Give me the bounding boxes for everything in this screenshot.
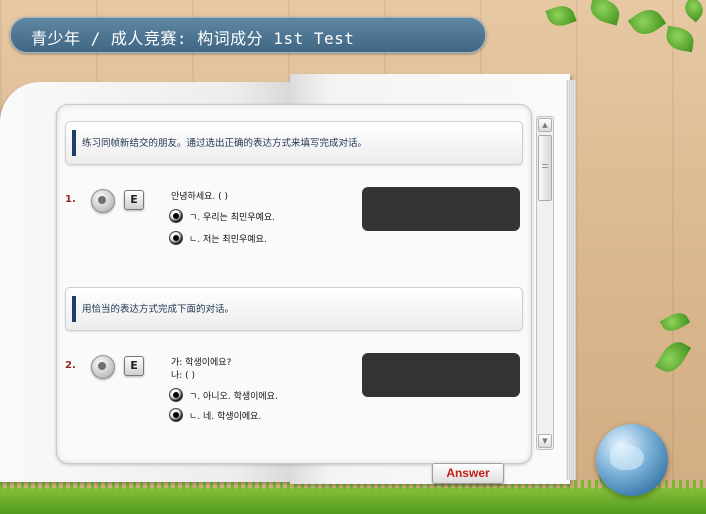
answer-reveal-box bbox=[362, 353, 520, 397]
answer-reveal-box bbox=[362, 187, 520, 231]
option-a[interactable]: ㄱ. 아니오. 학생이에요. bbox=[169, 388, 329, 402]
option-b[interactable]: ㄴ. 네. 학생이에요. bbox=[169, 408, 329, 422]
answer-button[interactable]: Answer bbox=[432, 463, 504, 484]
question-number: 2. bbox=[65, 360, 76, 371]
audio-play-button[interactable] bbox=[91, 189, 115, 213]
speaker-icon bbox=[98, 196, 106, 204]
radio-button[interactable] bbox=[169, 209, 183, 223]
explanation-button[interactable]: E bbox=[124, 190, 144, 210]
audio-play-button[interactable] bbox=[91, 355, 115, 379]
instruction-box: 用恰当的表达方式完成下面的对话。 bbox=[65, 287, 523, 331]
instruction-text: 用恰当的表达方式完成下面的对话。 bbox=[82, 304, 235, 315]
question-prompt: 나: ( ) bbox=[171, 371, 196, 381]
radio-button[interactable] bbox=[169, 408, 183, 422]
option-label: ㄴ. 저는 최민우예요. bbox=[189, 235, 267, 245]
question-number: 1. bbox=[65, 194, 76, 205]
option-label: ㄱ. 우리는 최민우예요. bbox=[189, 213, 275, 223]
speaker-icon bbox=[98, 362, 106, 370]
option-label: ㄴ. 네. 학생이에요. bbox=[189, 412, 262, 422]
instruction-marker bbox=[72, 130, 76, 156]
instruction-marker bbox=[72, 296, 76, 322]
globe-icon[interactable] bbox=[596, 424, 668, 496]
instruction-text: 练习同帧新结交的朋友。通过选出正确的表达方式来填写完成对话。 bbox=[82, 138, 368, 149]
question-panel: 练习同帧新结交的朋友。通过选出正确的表达方式来填写完成对话。 1. E 안녕하세… bbox=[56, 104, 532, 464]
instruction-box: 练习同帧新结交的朋友。通过选出正确的表达方式来填写完成对话。 bbox=[65, 121, 523, 165]
radio-button[interactable] bbox=[169, 388, 183, 402]
title-bar: 青少年 / 成人竞赛: 构词成分 1st Test bbox=[10, 17, 486, 53]
arrow-up-icon[interactable]: ▲ bbox=[538, 118, 552, 132]
option-a[interactable]: ㄱ. 우리는 최민우예요. bbox=[169, 209, 329, 223]
scrollbar-thumb[interactable] bbox=[538, 135, 552, 201]
radio-button[interactable] bbox=[169, 231, 183, 245]
grass-strip bbox=[0, 480, 706, 514]
option-b[interactable]: ㄴ. 저는 최민우예요. bbox=[169, 231, 329, 245]
question-prompt: 안녕하세요. ( ) bbox=[171, 192, 229, 202]
arrow-down-icon[interactable]: ▼ bbox=[538, 434, 552, 448]
vertical-scrollbar[interactable]: ▲ ▼ bbox=[536, 116, 554, 450]
book-page-edge bbox=[566, 80, 576, 480]
explanation-button[interactable]: E bbox=[124, 356, 144, 376]
question-prompt: 가: 학생이에요? bbox=[171, 358, 232, 368]
page-title: 青少年 / 成人竞赛: 构词成分 1st Test bbox=[31, 29, 355, 48]
option-label: ㄱ. 아니오. 학생이에요. bbox=[189, 392, 278, 402]
